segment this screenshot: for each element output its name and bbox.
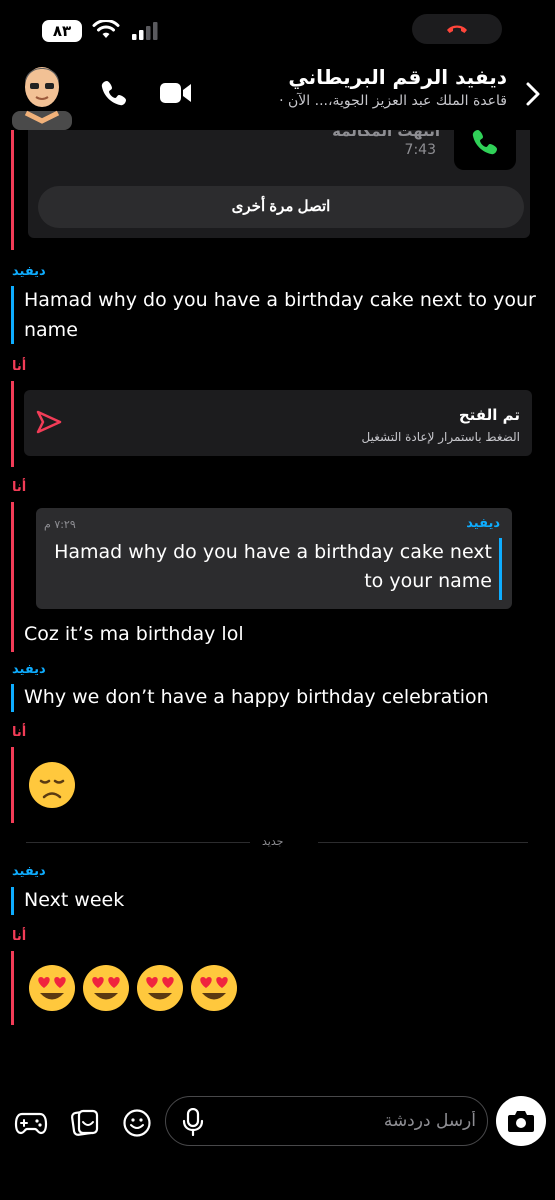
message-text[interactable]: name [24, 315, 78, 345]
new-divider-line [318, 842, 528, 843]
sender-bar-me [11, 747, 14, 823]
opened-snap-card[interactable]: تم الفتح الضغط باستمرار لإعادة التشغيل [24, 390, 532, 456]
sender-label: أنا [12, 929, 27, 944]
sender-bar-me [11, 130, 14, 250]
quote-bar [499, 538, 502, 600]
phone-icon [472, 130, 497, 155]
avatar[interactable] [12, 55, 72, 130]
sender-bar-friend [11, 286, 14, 344]
opened-title: تم الفتح [458, 406, 520, 424]
camera-icon [508, 1111, 534, 1132]
status-bar: ٨٣ [0, 0, 555, 55]
active-call-pill[interactable] [412, 14, 502, 44]
contact-status: قاعدة الملك عبد العزيز الجوية،... الآن · [279, 93, 507, 109]
sender-label: أنا [12, 359, 27, 374]
sender-bar-me [11, 502, 14, 652]
battery-indicator: ٨٣ [42, 20, 82, 42]
hangup-icon [447, 25, 467, 33]
call-time: 7:43 [404, 142, 436, 158]
message-text[interactable]: Hamad why do you have a birthday cake ne… [24, 285, 536, 315]
video-call-button-icon[interactable] [160, 81, 192, 105]
sender-label: أنا [12, 725, 27, 740]
message-text[interactable]: Coz it’s ma birthday lol [24, 619, 244, 649]
replay-hint: الضغط باستمرار لإعادة التشغيل [361, 430, 520, 444]
heart-eyes-face-icon[interactable] [190, 964, 238, 1012]
sender-bar-friend [11, 887, 14, 915]
new-divider-label: جديد [262, 835, 284, 848]
quoted-text: Hamad why do you have a birthday cake ne… [54, 541, 492, 592]
chat-input[interactable] [218, 1105, 476, 1137]
game-controller-icon[interactable] [14, 1108, 48, 1138]
disappointed-face-icon[interactable] [28, 761, 76, 809]
signal-icon [132, 22, 158, 40]
message-text[interactable]: Next week [24, 885, 124, 915]
sticker-icon[interactable] [70, 1108, 100, 1138]
sender-label: ديفيد [12, 662, 46, 677]
quoted-sender: ديفيد [466, 516, 500, 531]
call-log-card: انتهت المكالمة 7:43 اتصل مرة أخرى [28, 118, 530, 238]
quoted-message[interactable]: ديفيد ٧:٢٩ م Hamad why do you have a bir… [36, 508, 512, 609]
camera-button[interactable] [496, 1096, 546, 1146]
wifi-icon [92, 20, 120, 38]
quoted-time: ٧:٢٩ م [44, 518, 76, 531]
contact-name[interactable]: ديفيد الرقم البريطاني [288, 65, 507, 89]
call-button-icon[interactable] [100, 79, 128, 107]
message-text[interactable]: Why we don’t have a happy birthday celeb… [24, 682, 489, 712]
heart-eyes-face-icon[interactable] [28, 964, 76, 1012]
new-divider-line [26, 842, 250, 843]
sender-label: أنا [12, 480, 27, 495]
chevron-right-icon[interactable] [525, 81, 541, 107]
sender-label: ديفيد [12, 864, 46, 879]
microphone-icon[interactable] [182, 1108, 204, 1136]
chat-header: ديفيد الرقم البريطاني قاعدة الملك عبد ال… [0, 55, 555, 130]
chat-input-container [165, 1096, 488, 1146]
heart-eyes-face-icon[interactable] [82, 964, 130, 1012]
emoji-icon[interactable] [122, 1108, 152, 1138]
call-again-button[interactable]: اتصل مرة أخرى [38, 186, 524, 228]
opened-arrow-icon [36, 410, 62, 434]
sender-label: ديفيد [12, 264, 46, 279]
sender-bar-me [11, 381, 14, 467]
sender-bar-friend [11, 684, 14, 712]
heart-eyes-face-icon[interactable] [136, 964, 184, 1012]
sender-bar-me [11, 951, 14, 1025]
